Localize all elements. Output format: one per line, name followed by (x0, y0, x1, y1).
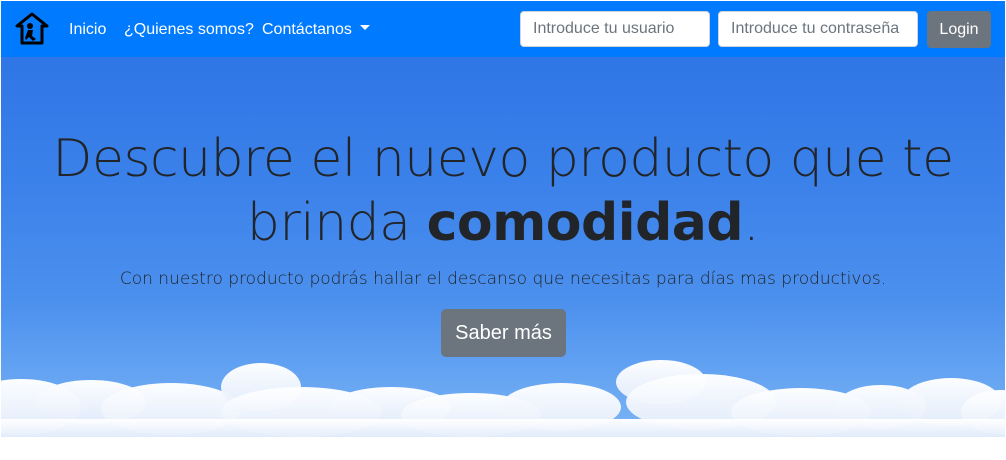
username-input[interactable] (520, 11, 710, 47)
caret-down-icon (359, 25, 370, 31)
hero-headline-bold: comodidad (426, 193, 744, 253)
hero-headline: Descubre el nuevo producto que te brinda… (52, 129, 954, 253)
nav-link-inicio[interactable]: Inicio (69, 20, 106, 40)
saber-mas-button[interactable]: Saber más (441, 309, 566, 357)
login-button[interactable]: Login (927, 11, 991, 48)
nav-link-quienes-somos[interactable]: ¿Quienes somos? (124, 20, 254, 40)
brand-logo-icon[interactable] (15, 12, 49, 46)
hero-subtitle: Con nuestro producto podrás hallar el de… (119, 269, 887, 289)
password-input[interactable] (718, 11, 918, 47)
hero-section: Descubre el nuevo producto que te brinda… (1, 57, 1005, 437)
nav-dropdown-contactanos[interactable]: Contáctanos (262, 20, 370, 40)
navbar: Inicio ¿Quienes somos? Contáctanos Login (1, 1, 1005, 57)
